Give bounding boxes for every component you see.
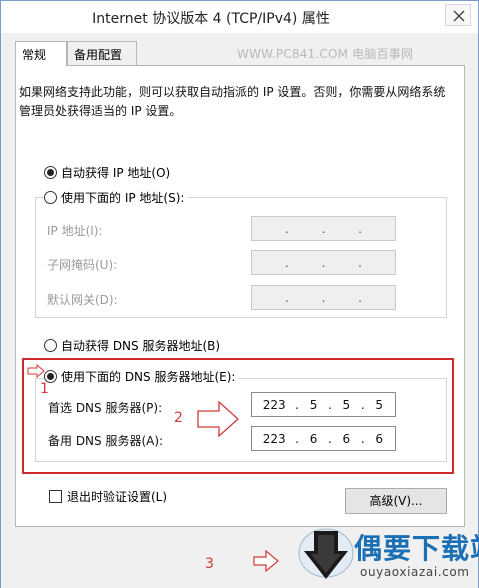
- site-logo: 偶要下载站 ouyaoxiazai.com: [296, 521, 479, 587]
- step2-number: 2: [174, 410, 183, 426]
- subnet-mask-input: ...: [251, 250, 396, 275]
- step2-arrow-icon: [197, 401, 239, 437]
- step3-number: 3: [205, 556, 214, 572]
- close-button[interactable]: [445, 4, 471, 26]
- advanced-button[interactable]: 高级(V)...: [345, 488, 447, 514]
- auto-ip-option[interactable]: 自动获得 IP 地址(O): [44, 164, 175, 181]
- watermark: WWW.PC841.COM 电脑百事网: [237, 47, 414, 61]
- step3-arrow-icon: [253, 550, 279, 572]
- title-bar: Internet 协议版本 4 (TCP/IPv4) 属性: [1, 1, 478, 33]
- description-text: 如果网络支持此功能，则可以获取自动指派的 IP 设置。否则，你需要从网络系统管理…: [19, 85, 446, 118]
- subnet-mask-label: 子网掩码(U):: [47, 258, 118, 272]
- tab-alternate-configuration[interactable]: 备用配置: [67, 41, 137, 65]
- manual-ip-label: 使用下面的 IP 地址(S):: [61, 191, 185, 205]
- auto-dns-option[interactable]: 自动获得 DNS 服务器地址(B): [44, 337, 225, 354]
- manual-ip-radio[interactable]: [44, 191, 57, 204]
- manual-ip-option[interactable]: 使用下面的 IP 地址(S):: [44, 189, 189, 206]
- download-logo-icon: [298, 528, 354, 579]
- auto-ip-label: 自动获得 IP 地址(O): [61, 166, 171, 180]
- logo-subtitle: ouyaoxiazai.com: [360, 565, 470, 579]
- default-gateway-input: ...: [251, 285, 396, 310]
- logo-title: 偶要下载站: [354, 532, 479, 565]
- window-title: Internet 协议版本 4 (TCP/IPv4) 属性: [92, 11, 330, 27]
- default-gateway-label: 默认网关(D):: [47, 293, 118, 307]
- ip-address-input: ...: [251, 216, 396, 241]
- validate-on-exit-option[interactable]: 退出时验证设置(L): [49, 488, 167, 505]
- step1-number: 1: [40, 381, 49, 397]
- close-icon: [453, 10, 465, 22]
- auto-ip-radio[interactable]: [44, 166, 57, 179]
- tab-general[interactable]: 常规: [15, 41, 67, 66]
- validate-on-exit-label: 退出时验证设置(L): [67, 490, 168, 504]
- ip-address-label: IP 地址(I):: [47, 224, 103, 238]
- validate-on-exit-checkbox[interactable]: [49, 490, 62, 503]
- auto-dns-label: 自动获得 DNS 服务器地址(B): [61, 339, 221, 353]
- step1-arrow-icon: [27, 364, 45, 378]
- tcpip-properties-dialog: Internet 协议版本 4 (TCP/IPv4) 属性 常规 备用配置 WW…: [0, 0, 479, 588]
- auto-dns-radio[interactable]: [44, 339, 57, 352]
